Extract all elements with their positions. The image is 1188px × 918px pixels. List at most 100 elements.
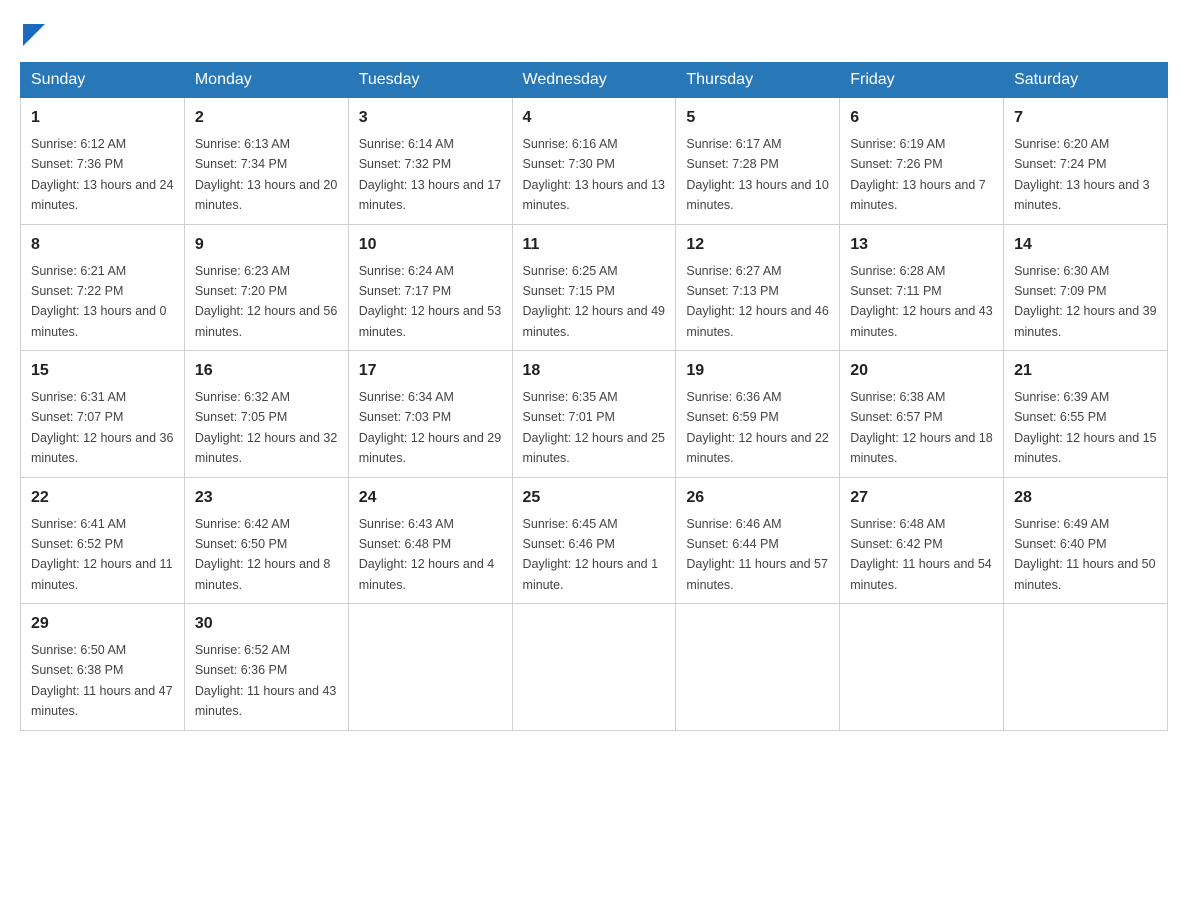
day-number: 16 bbox=[195, 359, 338, 383]
page-header bbox=[20, 20, 1168, 42]
day-info: Sunrise: 6:32 AMSunset: 7:05 PMDaylight:… bbox=[195, 390, 337, 465]
day-info: Sunrise: 6:25 AMSunset: 7:15 PMDaylight:… bbox=[523, 264, 665, 339]
day-info: Sunrise: 6:52 AMSunset: 6:36 PMDaylight:… bbox=[195, 643, 337, 718]
day-info: Sunrise: 6:49 AMSunset: 6:40 PMDaylight:… bbox=[1014, 517, 1156, 592]
calendar-cell: 25 Sunrise: 6:45 AMSunset: 6:46 PMDayligh… bbox=[512, 477, 676, 604]
day-info: Sunrise: 6:12 AMSunset: 7:36 PMDaylight:… bbox=[31, 137, 173, 212]
day-info: Sunrise: 6:23 AMSunset: 7:20 PMDaylight:… bbox=[195, 264, 337, 339]
calendar-cell: 23 Sunrise: 6:42 AMSunset: 6:50 PMDayligh… bbox=[184, 477, 348, 604]
calendar-cell: 24 Sunrise: 6:43 AMSunset: 6:48 PMDayligh… bbox=[348, 477, 512, 604]
calendar-cell: 22 Sunrise: 6:41 AMSunset: 6:52 PMDayligh… bbox=[21, 477, 185, 604]
day-info: Sunrise: 6:14 AMSunset: 7:32 PMDaylight:… bbox=[359, 137, 501, 212]
logo bbox=[20, 20, 45, 42]
day-info: Sunrise: 6:20 AMSunset: 7:24 PMDaylight:… bbox=[1014, 137, 1150, 212]
day-info: Sunrise: 6:30 AMSunset: 7:09 PMDaylight:… bbox=[1014, 264, 1156, 339]
calendar-cell: 19Sunrise: 6:36 AMSunset: 6:59 PMDayligh… bbox=[676, 351, 840, 478]
day-number: 1 bbox=[31, 106, 174, 130]
calendar-week-row: 1 Sunrise: 6:12 AMSunset: 7:36 PMDaylight… bbox=[21, 98, 1168, 225]
calendar-cell: 13Sunrise: 6:28 AMSunset: 7:11 PMDayligh… bbox=[840, 224, 1004, 351]
calendar-cell: 8 Sunrise: 6:21 AMSunset: 7:22 PMDaylight… bbox=[21, 224, 185, 351]
calendar-cell: 1 Sunrise: 6:12 AMSunset: 7:36 PMDaylight… bbox=[21, 98, 185, 225]
day-number: 15 bbox=[31, 359, 174, 383]
calendar-cell: 11 Sunrise: 6:25 AMSunset: 7:15 PMDayligh… bbox=[512, 224, 676, 351]
calendar-day-header: Wednesday bbox=[512, 63, 676, 98]
day-info: Sunrise: 6:43 AMSunset: 6:48 PMDaylight:… bbox=[359, 517, 495, 592]
calendar-week-row: 15Sunrise: 6:31 AMSunset: 7:07 PMDayligh… bbox=[21, 351, 1168, 478]
calendar-cell: 3Sunrise: 6:14 AMSunset: 7:32 PMDaylight… bbox=[348, 98, 512, 225]
calendar-cell: 14 Sunrise: 6:30 AMSunset: 7:09 PMDayligh… bbox=[1004, 224, 1168, 351]
calendar-day-header: Sunday bbox=[21, 63, 185, 98]
day-number: 11 bbox=[523, 233, 666, 257]
calendar-cell: 10Sunrise: 6:24 AMSunset: 7:17 PMDayligh… bbox=[348, 224, 512, 351]
calendar-cell: 16 Sunrise: 6:32 AMSunset: 7:05 PMDayligh… bbox=[184, 351, 348, 478]
day-number: 26 bbox=[686, 486, 829, 510]
day-number: 30 bbox=[195, 612, 338, 636]
day-info: Sunrise: 6:28 AMSunset: 7:11 PMDaylight:… bbox=[850, 264, 992, 339]
day-number: 27 bbox=[850, 486, 993, 510]
day-number: 20 bbox=[850, 359, 993, 383]
calendar-cell: 4 Sunrise: 6:16 AMSunset: 7:30 PMDaylight… bbox=[512, 98, 676, 225]
day-info: Sunrise: 6:13 AMSunset: 7:34 PMDaylight:… bbox=[195, 137, 337, 212]
day-info: Sunrise: 6:24 AMSunset: 7:17 PMDaylight:… bbox=[359, 264, 501, 339]
calendar-cell: 26 Sunrise: 6:46 AMSunset: 6:44 PMDayligh… bbox=[676, 477, 840, 604]
calendar-cell: 18Sunrise: 6:35 AMSunset: 7:01 PMDayligh… bbox=[512, 351, 676, 478]
calendar-cell: 6Sunrise: 6:19 AMSunset: 7:26 PMDaylight… bbox=[840, 98, 1004, 225]
day-info: Sunrise: 6:45 AMSunset: 6:46 PMDaylight:… bbox=[523, 517, 659, 592]
calendar-cell: 17 Sunrise: 6:34 AMSunset: 7:03 PMDayligh… bbox=[348, 351, 512, 478]
calendar-cell: 7 Sunrise: 6:20 AMSunset: 7:24 PMDaylight… bbox=[1004, 98, 1168, 225]
day-number: 29 bbox=[31, 612, 174, 636]
day-info: Sunrise: 6:48 AMSunset: 6:42 PMDaylight:… bbox=[850, 517, 992, 592]
day-number: 22 bbox=[31, 486, 174, 510]
day-number: 5 bbox=[686, 106, 829, 130]
calendar-day-header: Monday bbox=[184, 63, 348, 98]
day-number: 8 bbox=[31, 233, 174, 257]
day-info: Sunrise: 6:34 AMSunset: 7:03 PMDaylight:… bbox=[359, 390, 501, 465]
calendar-day-header: Thursday bbox=[676, 63, 840, 98]
day-number: 14 bbox=[1014, 233, 1157, 257]
calendar-cell bbox=[348, 604, 512, 731]
calendar-day-header: Saturday bbox=[1004, 63, 1168, 98]
calendar-cell: 15Sunrise: 6:31 AMSunset: 7:07 PMDayligh… bbox=[21, 351, 185, 478]
calendar-cell bbox=[1004, 604, 1168, 731]
calendar-cell: 28 Sunrise: 6:49 AMSunset: 6:40 PMDayligh… bbox=[1004, 477, 1168, 604]
day-number: 4 bbox=[523, 106, 666, 130]
day-info: Sunrise: 6:16 AMSunset: 7:30 PMDaylight:… bbox=[523, 137, 665, 212]
calendar-cell: 21Sunrise: 6:39 AMSunset: 6:55 PMDayligh… bbox=[1004, 351, 1168, 478]
calendar-table: SundayMondayTuesdayWednesdayThursdayFrid… bbox=[20, 62, 1168, 731]
day-number: 9 bbox=[195, 233, 338, 257]
day-info: Sunrise: 6:42 AMSunset: 6:50 PMDaylight:… bbox=[195, 517, 331, 592]
day-info: Sunrise: 6:41 AMSunset: 6:52 PMDaylight:… bbox=[31, 517, 173, 592]
day-info: Sunrise: 6:19 AMSunset: 7:26 PMDaylight:… bbox=[850, 137, 986, 212]
day-info: Sunrise: 6:36 AMSunset: 6:59 PMDaylight:… bbox=[686, 390, 828, 465]
logo-arrow-icon bbox=[23, 24, 45, 46]
calendar-cell: 9 Sunrise: 6:23 AMSunset: 7:20 PMDaylight… bbox=[184, 224, 348, 351]
day-number: 2 bbox=[195, 106, 338, 130]
day-info: Sunrise: 6:46 AMSunset: 6:44 PMDaylight:… bbox=[686, 517, 828, 592]
calendar-cell: 12 Sunrise: 6:27 AMSunset: 7:13 PMDayligh… bbox=[676, 224, 840, 351]
day-info: Sunrise: 6:17 AMSunset: 7:28 PMDaylight:… bbox=[686, 137, 828, 212]
day-number: 18 bbox=[523, 359, 666, 383]
day-number: 23 bbox=[195, 486, 338, 510]
day-info: Sunrise: 6:38 AMSunset: 6:57 PMDaylight:… bbox=[850, 390, 992, 465]
day-number: 24 bbox=[359, 486, 502, 510]
calendar-cell: 30 Sunrise: 6:52 AMSunset: 6:36 PMDayligh… bbox=[184, 604, 348, 731]
calendar-day-header: Friday bbox=[840, 63, 1004, 98]
day-number: 7 bbox=[1014, 106, 1157, 130]
day-number: 12 bbox=[686, 233, 829, 257]
calendar-week-row: 8 Sunrise: 6:21 AMSunset: 7:22 PMDaylight… bbox=[21, 224, 1168, 351]
calendar-cell: 27 Sunrise: 6:48 AMSunset: 6:42 PMDayligh… bbox=[840, 477, 1004, 604]
day-number: 21 bbox=[1014, 359, 1157, 383]
day-info: Sunrise: 6:27 AMSunset: 7:13 PMDaylight:… bbox=[686, 264, 828, 339]
calendar-cell: 20 Sunrise: 6:38 AMSunset: 6:57 PMDayligh… bbox=[840, 351, 1004, 478]
day-info: Sunrise: 6:21 AMSunset: 7:22 PMDaylight:… bbox=[31, 264, 167, 339]
calendar-cell: 5 Sunrise: 6:17 AMSunset: 7:28 PMDaylight… bbox=[676, 98, 840, 225]
day-number: 25 bbox=[523, 486, 666, 510]
calendar-cell bbox=[512, 604, 676, 731]
calendar-cell: 29Sunrise: 6:50 AMSunset: 6:38 PMDayligh… bbox=[21, 604, 185, 731]
calendar-header-row: SundayMondayTuesdayWednesdayThursdayFrid… bbox=[21, 63, 1168, 98]
calendar-cell bbox=[840, 604, 1004, 731]
day-number: 17 bbox=[359, 359, 502, 383]
calendar-cell bbox=[676, 604, 840, 731]
day-number: 28 bbox=[1014, 486, 1157, 510]
calendar-day-header: Tuesday bbox=[348, 63, 512, 98]
